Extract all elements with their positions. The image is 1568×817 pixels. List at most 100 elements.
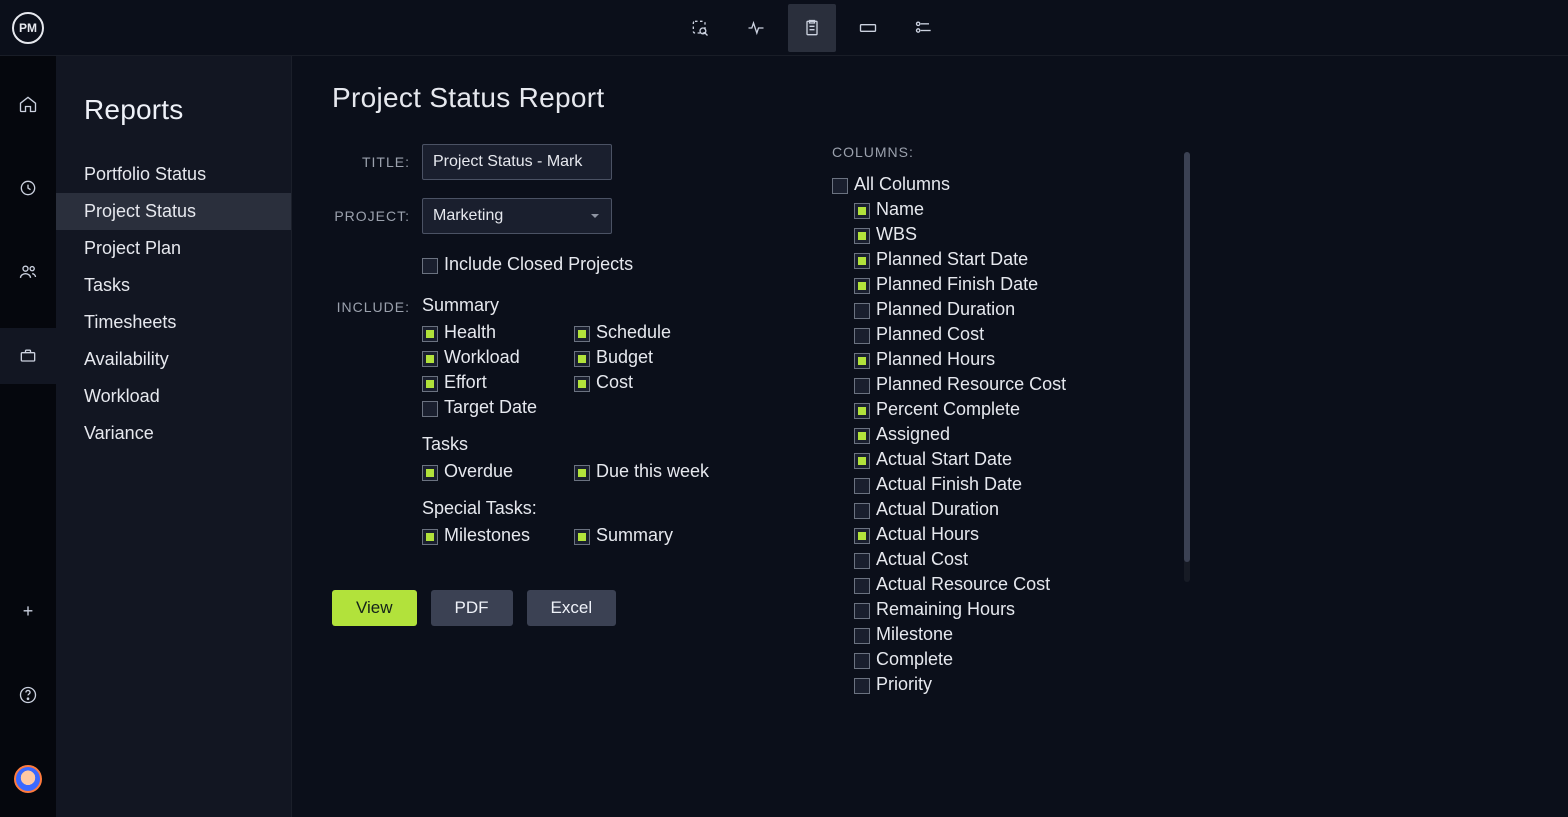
checkbox-box <box>854 203 870 219</box>
checkbox-label: Remaining Hours <box>876 599 1015 620</box>
checkbox-label: Milestones <box>444 525 530 546</box>
column-actual-hours[interactable]: Actual Hours <box>854 522 1172 547</box>
include-special-summary[interactable]: Summary <box>574 523 722 548</box>
nav-home[interactable] <box>0 76 56 132</box>
include-closed-checkbox[interactable]: Include Closed Projects <box>422 252 722 277</box>
column-planned-finish-date[interactable]: Planned Finish Date <box>854 272 1172 297</box>
include-summary-cost[interactable]: Cost <box>574 370 722 395</box>
app-logo[interactable]: PM <box>0 12 56 44</box>
column-percent-complete[interactable]: Percent Complete <box>854 397 1172 422</box>
include-summary-effort[interactable]: Effort <box>422 370 570 395</box>
label-project: PROJECT: <box>332 208 422 224</box>
checkbox-label: Summary <box>596 525 673 546</box>
checkbox-box <box>422 258 438 274</box>
column-actual-finish-date[interactable]: Actual Finish Date <box>854 472 1172 497</box>
column-name[interactable]: Name <box>854 197 1172 222</box>
checkbox-label: Percent Complete <box>876 399 1020 420</box>
columns-inner: NameWBSPlanned Start DatePlanned Finish … <box>832 197 1172 697</box>
left-nav-rail: + <box>0 56 56 817</box>
checkbox-box <box>854 228 870 244</box>
include-summary-target-date[interactable]: Target Date <box>422 395 570 420</box>
checkbox-box <box>854 378 870 394</box>
column-actual-resource-cost[interactable]: Actual Resource Cost <box>854 572 1172 597</box>
nav-clock[interactable] <box>0 160 56 216</box>
column-planned-start-date[interactable]: Planned Start Date <box>854 247 1172 272</box>
sidebar-item-variance[interactable]: Variance <box>56 415 291 452</box>
sidebar-list: Portfolio StatusProject StatusProject Pl… <box>56 156 291 452</box>
column-complete[interactable]: Complete <box>854 647 1172 672</box>
include-summary-grid: Health Schedule WorkloadBudgetEffortCostTa… <box>422 320 722 420</box>
column-planned-duration[interactable]: Planned Duration <box>854 297 1172 322</box>
toolbar-activity[interactable] <box>732 4 780 52</box>
toolbar-clipboard[interactable] <box>788 4 836 52</box>
checkbox-label: Assigned <box>876 424 950 445</box>
column-assigned[interactable]: Assigned <box>854 422 1172 447</box>
checkbox-box <box>854 453 870 469</box>
sidebar-item-project-status[interactable]: Project Status <box>56 193 291 230</box>
pdf-button[interactable]: PDF <box>431 590 513 626</box>
checkbox-label: Include Closed Projects <box>444 254 633 275</box>
checkbox-box <box>854 553 870 569</box>
sidebar-item-tasks[interactable]: Tasks <box>56 267 291 304</box>
view-button[interactable]: View <box>332 590 417 626</box>
checkbox-box <box>832 178 848 194</box>
include-summary-budget[interactable]: Budget <box>574 345 722 370</box>
checkbox-label: Actual Finish Date <box>876 474 1022 495</box>
checkbox-box <box>854 578 870 594</box>
column-actual-start-date[interactable]: Actual Start Date <box>854 447 1172 472</box>
column-planned-cost[interactable]: Planned Cost <box>854 322 1172 347</box>
include-summary-head: Summary <box>422 295 722 316</box>
include-summary-schedule[interactable]: Schedule <box>574 320 722 345</box>
column-all-columns[interactable]: All Columns <box>832 172 1172 197</box>
columns-panel: COLUMNS: All ColumnsNameWBSPlanned Start… <box>832 144 1172 697</box>
column-actual-duration[interactable]: Actual Duration <box>854 497 1172 522</box>
include-tasks-overdue[interactable]: Overdue <box>422 459 570 484</box>
column-actual-cost[interactable]: Actual Cost <box>854 547 1172 572</box>
nav-people[interactable] <box>0 244 56 300</box>
checkbox-box <box>854 253 870 269</box>
checkbox-label: Actual Start Date <box>876 449 1012 470</box>
sidebar-item-workload[interactable]: Workload <box>56 378 291 415</box>
top-toolbar-items <box>56 4 1568 52</box>
column-milestone[interactable]: Milestone <box>854 622 1172 647</box>
toolbar-projects[interactable] <box>844 4 892 52</box>
help-icon <box>18 685 38 705</box>
title-input[interactable] <box>422 144 612 180</box>
column-planned-resource-cost[interactable]: Planned Resource Cost <box>854 372 1172 397</box>
checkbox-label: Due this week <box>596 461 709 482</box>
column-planned-hours[interactable]: Planned Hours <box>854 347 1172 372</box>
checkbox-box <box>854 628 870 644</box>
app-body: + Reports Portfolio StatusProject Status… <box>0 56 1568 817</box>
nav-briefcase[interactable] <box>0 328 56 384</box>
sidebar-item-availability[interactable]: Availability <box>56 341 291 378</box>
report-config: TITLE: PROJECT: Marketing Incl <box>332 144 1528 697</box>
include-special-milestones[interactable]: Milestones <box>422 523 570 548</box>
sidebar-item-portfolio-status[interactable]: Portfolio Status <box>56 156 291 193</box>
include-tasks-due-this-week[interactable]: Due this week <box>574 459 722 484</box>
checkbox-box <box>574 326 590 342</box>
config-left: TITLE: PROJECT: Marketing Incl <box>332 144 722 697</box>
sidebar-item-project-plan[interactable]: Project Plan <box>56 230 291 267</box>
include-special-grid: Milestones Summary <box>422 523 722 548</box>
checkbox-box <box>422 326 438 342</box>
toolbar-search[interactable] <box>676 4 724 52</box>
checkbox-box <box>422 401 438 417</box>
sidebar-item-timesheets[interactable]: Timesheets <box>56 304 291 341</box>
checkbox-label: Schedule <box>596 322 671 343</box>
toolbar-timeline[interactable] <box>900 4 948 52</box>
excel-button[interactable]: Excel <box>527 590 617 626</box>
row-include: INCLUDE: Summary HealthScheduleWorkloadB… <box>332 295 722 562</box>
column-priority[interactable]: Priority <box>854 672 1172 697</box>
row-title: TITLE: <box>332 144 722 180</box>
columns-scrollbar[interactable] <box>1184 152 1190 582</box>
nav-add[interactable]: + <box>0 583 56 639</box>
include-summary-health[interactable]: Health <box>422 320 570 345</box>
include-summary-workload[interactable]: Workload <box>422 345 570 370</box>
nav-help[interactable] <box>0 667 56 723</box>
checkbox-label: Milestone <box>876 624 953 645</box>
project-select[interactable]: Marketing <box>422 198 612 234</box>
column-wbs[interactable]: WBS <box>854 222 1172 247</box>
checkbox-box <box>854 603 870 619</box>
column-remaining-hours[interactable]: Remaining Hours <box>854 597 1172 622</box>
nav-avatar[interactable] <box>0 751 56 807</box>
